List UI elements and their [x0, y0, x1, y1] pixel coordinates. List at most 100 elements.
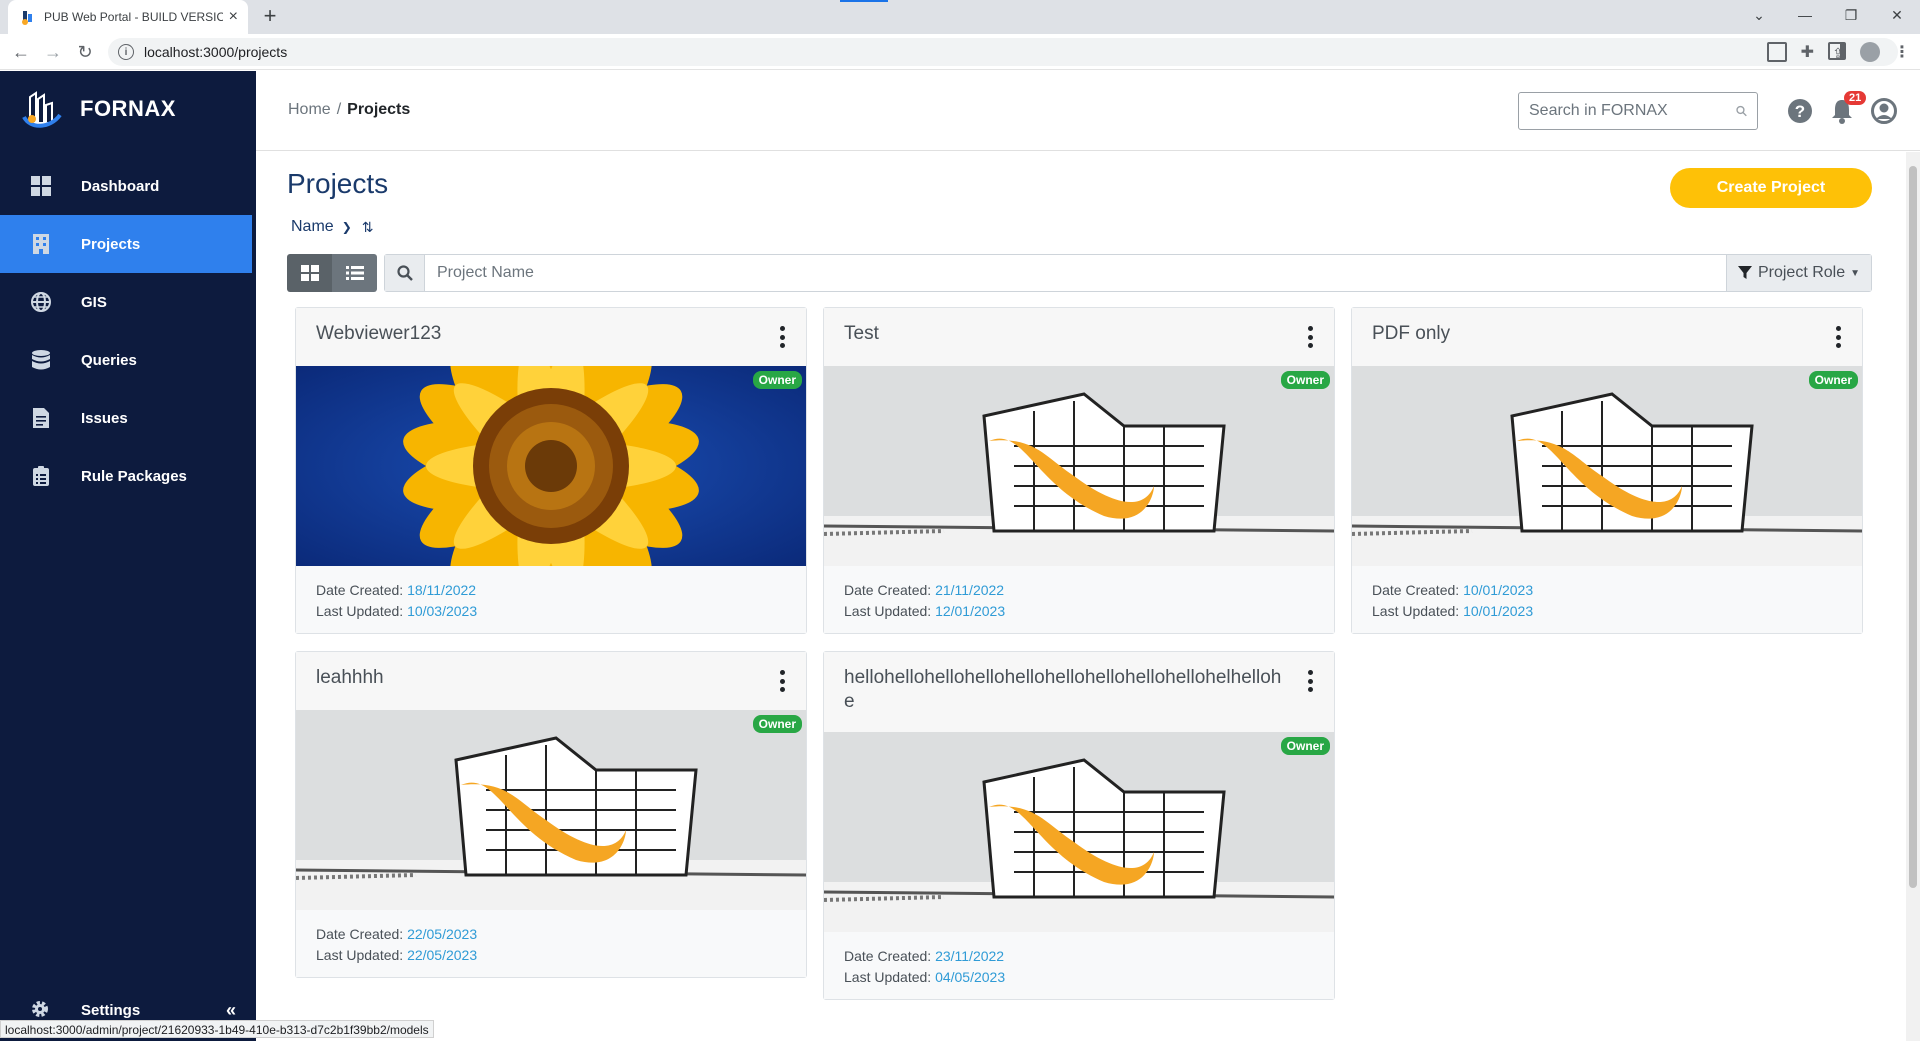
list-view-button[interactable] [332, 254, 377, 292]
role-badge: Owner [1280, 737, 1330, 755]
sidebar-item-settings[interactable]: Settings « [30, 999, 236, 1021]
create-project-button[interactable]: Create Project [1670, 168, 1872, 208]
sidebar-item-label: Issues [81, 409, 128, 427]
browser-menu-icon[interactable]: ⋮ [1894, 42, 1910, 62]
global-search-input[interactable] [1529, 102, 1736, 120]
new-tab-icon[interactable]: + [256, 5, 284, 29]
sort-field-label[interactable]: Name [291, 218, 334, 236]
building-sketch-image [296, 710, 806, 910]
project-card[interactable]: leahhhh Owner Date Created: 22/05/2023 L… [295, 651, 807, 978]
project-card[interactable]: PDF only Owner Date Created: 10/01/2023 … [1351, 307, 1863, 634]
building-icon [30, 233, 52, 255]
sidebar-item-dashboard[interactable]: Dashboard [0, 157, 256, 215]
breadcrumb-current: Projects [347, 101, 411, 118]
browser-tab-bar: PUB Web Portal - BUILD VERSION × + ⌄ — ❐… [0, 0, 1920, 34]
last-updated-value: 04/05/2023 [935, 969, 1006, 985]
page-title: Projects [287, 168, 389, 199]
breadcrumb-home[interactable]: Home [288, 101, 331, 118]
minimize-icon[interactable]: — [1782, 0, 1828, 30]
card-footer: Date Created: 18/11/2022 Last Updated: 1… [296, 566, 806, 633]
project-name[interactable]: Test [844, 322, 1284, 346]
search-icon[interactable] [1736, 103, 1747, 119]
project-role-dropdown[interactable]: Project Role ▼ [1726, 255, 1871, 291]
user-account-icon[interactable] [1870, 97, 1898, 125]
more-options-icon[interactable] [1834, 326, 1842, 348]
sidebar-item-issues[interactable]: Issues [0, 389, 256, 447]
sidebar-item-projects[interactable]: Projects [0, 215, 252, 273]
browser-tab[interactable]: PUB Web Portal - BUILD VERSION × [8, 0, 248, 34]
last-updated-value: 12/01/2023 [935, 603, 1006, 619]
site-info-icon[interactable]: i [118, 44, 134, 60]
sort-control[interactable]: Name ❯ ⇅ [291, 218, 373, 236]
svg-text:?: ? [1795, 102, 1805, 121]
notifications-bell-icon[interactable]: 21 [1828, 91, 1867, 125]
building-sketch-image [824, 732, 1334, 932]
filter-search-icon[interactable] [385, 255, 425, 291]
filter-funnel-icon [1737, 266, 1752, 279]
url-text: localhost:3000/projects [144, 44, 288, 60]
profile-icon[interactable] [1860, 42, 1880, 62]
card-footer: Date Created: 10/01/2023 Last Updated: 1… [1352, 566, 1862, 633]
date-created-value: 22/05/2023 [407, 926, 478, 942]
project-thumbnail[interactable]: Owner [824, 732, 1334, 932]
project-name-input[interactable] [425, 255, 1726, 291]
view-toggle [287, 254, 377, 292]
link-status-bar: localhost:3000/admin/project/21620933-1b… [0, 1020, 434, 1038]
restore-icon[interactable]: ❐ [1828, 0, 1874, 30]
extensions-icon[interactable]: ✚ [1801, 42, 1814, 62]
grid-view-button[interactable] [287, 254, 332, 292]
page-scrollbar[interactable] [1906, 152, 1920, 1041]
screenshot-icon[interactable] [1766, 42, 1787, 62]
project-card[interactable]: Webviewer123 Owner Date Created: 18/11/2… [295, 307, 807, 634]
role-badge: Owner [752, 715, 802, 733]
sidebar-item-queries[interactable]: Queries [0, 331, 256, 389]
project-thumbnail[interactable]: Owner [296, 366, 806, 566]
side-panel-icon[interactable] [1828, 42, 1846, 60]
date-created-value: 21/11/2022 [935, 582, 1005, 598]
collapse-sidebar-icon[interactable]: « [226, 1000, 236, 1021]
project-thumbnail[interactable]: Owner [296, 710, 806, 910]
date-created-value: 18/11/2022 [407, 582, 477, 598]
fornax-logo-icon [22, 91, 62, 128]
last-updated-value: 22/05/2023 [407, 947, 478, 963]
global-search[interactable] [1518, 92, 1758, 130]
project-card[interactable]: Test Owner Date Created: 21/11/2022 Last… [823, 307, 1335, 634]
forward-icon[interactable]: → [41, 40, 65, 64]
more-options-icon[interactable] [1306, 326, 1314, 348]
sidebar-item-gis[interactable]: GIS [0, 273, 256, 331]
project-filter: Project Role ▼ [384, 254, 1872, 292]
dashboard-grid-icon [30, 175, 52, 197]
project-thumbnail[interactable]: Owner [824, 366, 1334, 566]
more-options-icon[interactable] [778, 326, 786, 348]
reload-icon[interactable]: ↻ [73, 40, 97, 64]
sort-direction-icon[interactable]: ⇅ [362, 219, 374, 236]
more-options-icon[interactable] [1306, 670, 1314, 692]
tab-strip-indicator [840, 0, 888, 2]
back-icon[interactable]: ← [9, 40, 33, 64]
date-created-label: Date Created: [844, 948, 936, 964]
scrollbar-thumb[interactable] [1909, 166, 1917, 888]
project-name[interactable]: Webviewer123 [316, 322, 756, 346]
help-icon[interactable]: ? [1786, 97, 1814, 125]
card-footer: Date Created: 21/11/2022 Last Updated: 1… [824, 566, 1334, 633]
card-header: leahhhh [296, 652, 806, 710]
project-card[interactable]: hellohellohellohellohellohellohellohello… [823, 651, 1335, 1000]
globe-icon [30, 291, 52, 313]
tab-close-icon[interactable]: × [229, 9, 238, 25]
settings-label: Settings [81, 1001, 141, 1019]
sidebar-item-rule-packages[interactable]: Rule Packages [0, 447, 256, 505]
chevron-down-icon[interactable]: ❯ [342, 220, 352, 234]
sidebar-item-label: Queries [81, 351, 137, 369]
url-field[interactable]: i localhost:3000/projects ⇪ ☆ [108, 38, 1898, 66]
tab-search-icon[interactable]: ⌄ [1736, 0, 1782, 30]
project-name[interactable]: PDF only [1372, 322, 1812, 346]
card-header: Test [824, 308, 1334, 366]
brand-logo[interactable]: FORNAX [20, 89, 176, 129]
card-footer: Date Created: 23/11/2022 Last Updated: 0… [824, 932, 1334, 999]
close-window-icon[interactable]: ✕ [1874, 0, 1920, 30]
more-options-icon[interactable] [778, 670, 786, 692]
project-thumbnail[interactable]: Owner [1352, 366, 1862, 566]
notification-count-badge: 21 [1844, 91, 1867, 105]
project-name[interactable]: leahhhh [316, 666, 756, 690]
project-name[interactable]: hellohellohellohellohellohellohellohello… [844, 666, 1284, 714]
